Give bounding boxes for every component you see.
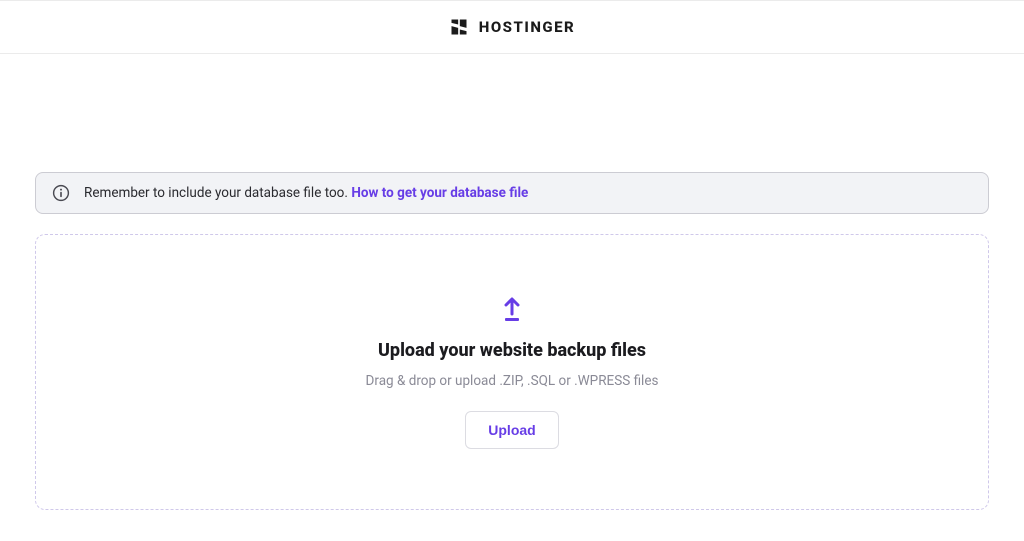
brand-logo: HOSTINGER: [449, 17, 575, 37]
info-text: Remember to include your database file t…: [84, 185, 528, 201]
info-message: Remember to include your database file t…: [84, 185, 348, 201]
main-content: Remember to include your database file t…: [0, 172, 1024, 510]
dropzone-title: Upload your website backup files: [378, 340, 646, 361]
upload-icon: [501, 296, 523, 322]
dropzone-subtitle: Drag & drop or upload .ZIP, .SQL or .WPR…: [366, 373, 659, 389]
upload-button[interactable]: Upload: [465, 411, 558, 449]
database-help-link[interactable]: How to get your database file: [351, 185, 528, 201]
info-banner: Remember to include your database file t…: [35, 172, 989, 214]
hostinger-logo-icon: [449, 17, 469, 37]
info-icon: [52, 184, 70, 202]
upload-dropzone[interactable]: Upload your website backup files Drag & …: [35, 234, 989, 510]
brand-name: HOSTINGER: [479, 18, 575, 36]
app-header: HOSTINGER: [0, 0, 1024, 54]
